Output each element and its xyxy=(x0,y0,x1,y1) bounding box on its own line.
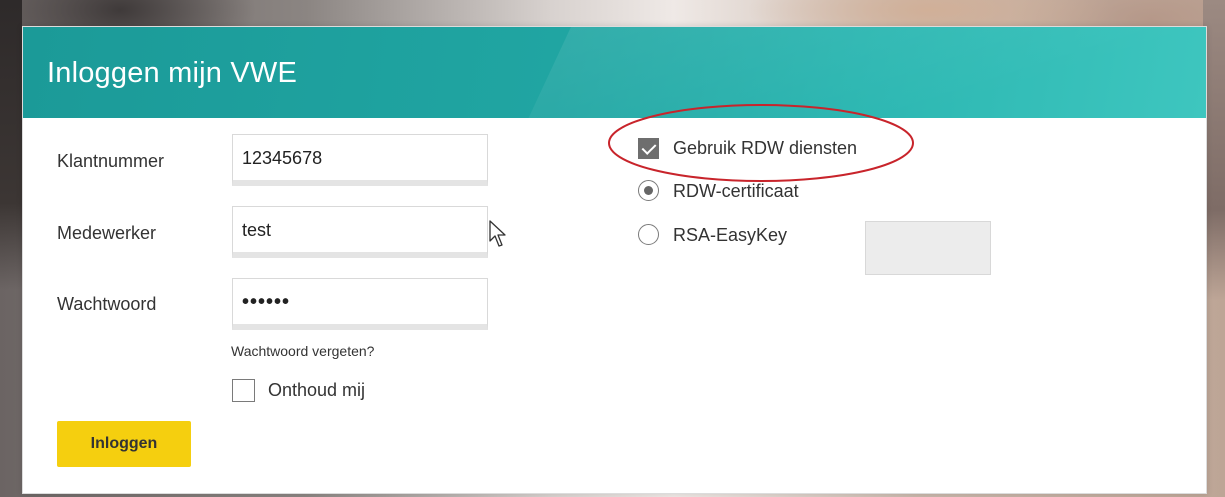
mouse-cursor-icon xyxy=(489,220,506,247)
login-button[interactable]: Inloggen xyxy=(57,421,191,467)
remember-me-checkbox[interactable] xyxy=(232,379,255,402)
card-title: Inloggen mijn VWE xyxy=(47,57,298,89)
easykey-code-input[interactable] xyxy=(865,221,991,275)
radio-rsa-easykey[interactable] xyxy=(638,224,659,245)
klantnummer-label: Klantnummer xyxy=(57,151,165,171)
login-card: Inloggen mijn VWE Klantnummer 12345678 M… xyxy=(22,26,1207,494)
medewerker-label: Medewerker xyxy=(57,223,157,243)
remember-me-label: Onthoud mij xyxy=(268,380,366,400)
klantnummer-input[interactable]: 12345678 xyxy=(232,134,488,186)
background-edge-left xyxy=(0,0,22,290)
forgot-password-link[interactable]: Wachtwoord vergeten? xyxy=(231,343,374,359)
radio-rsa-easykey-label: RSA-EasyKey xyxy=(673,225,788,245)
medewerker-input[interactable]: test xyxy=(232,206,488,258)
wachtwoord-label: Wachtwoord xyxy=(57,294,157,314)
highlight-ellipse-annotation xyxy=(608,104,914,182)
wachtwoord-input[interactable]: •••••• xyxy=(232,278,488,330)
